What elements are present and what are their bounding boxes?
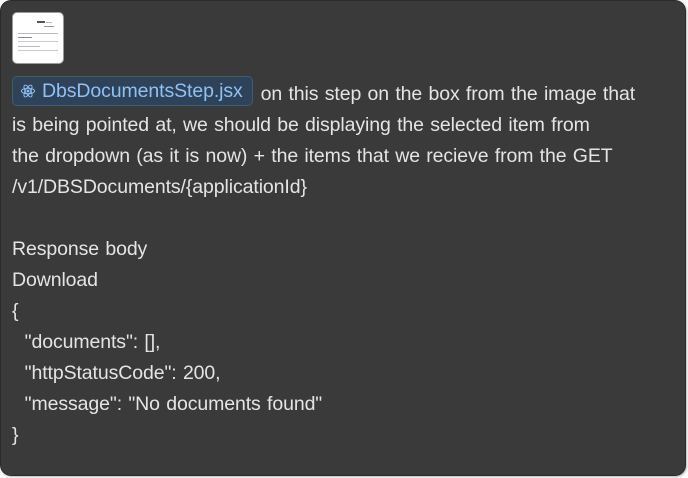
json-open-brace: { — [12, 300, 19, 322]
attached-image-thumbnail[interactable] — [12, 12, 64, 64]
json-status-code-line: "httpStatusCode": 200, — [12, 362, 221, 384]
message-first-line: DbsDocumentsStep.jsx on this step on the … — [12, 76, 680, 110]
json-message-line: "message": "No documents found" — [12, 393, 323, 415]
json-documents-line: "documents": [], — [12, 331, 161, 353]
react-icon — [20, 84, 36, 98]
response-body-label: Response body — [12, 238, 148, 260]
message-body: DbsDocumentsStep.jsx on this step on the … — [12, 76, 680, 451]
message-line: /v1/DBSDocuments/{applicationId} — [12, 176, 307, 198]
file-chip[interactable]: DbsDocumentsStep.jsx — [12, 76, 253, 106]
chat-message-card: DbsDocumentsStep.jsx on this step on the … — [1, 1, 685, 475]
message-line: is being pointed at, we should be displa… — [12, 114, 590, 136]
message-intro-text: on this step on the box from the image t… — [260, 83, 636, 105]
json-close-brace: } — [12, 424, 19, 446]
download-label: Download — [12, 269, 98, 291]
file-chip-label: DbsDocumentsStep.jsx — [42, 80, 243, 102]
message-line: the dropdown (as it is now) + the items … — [12, 145, 613, 167]
